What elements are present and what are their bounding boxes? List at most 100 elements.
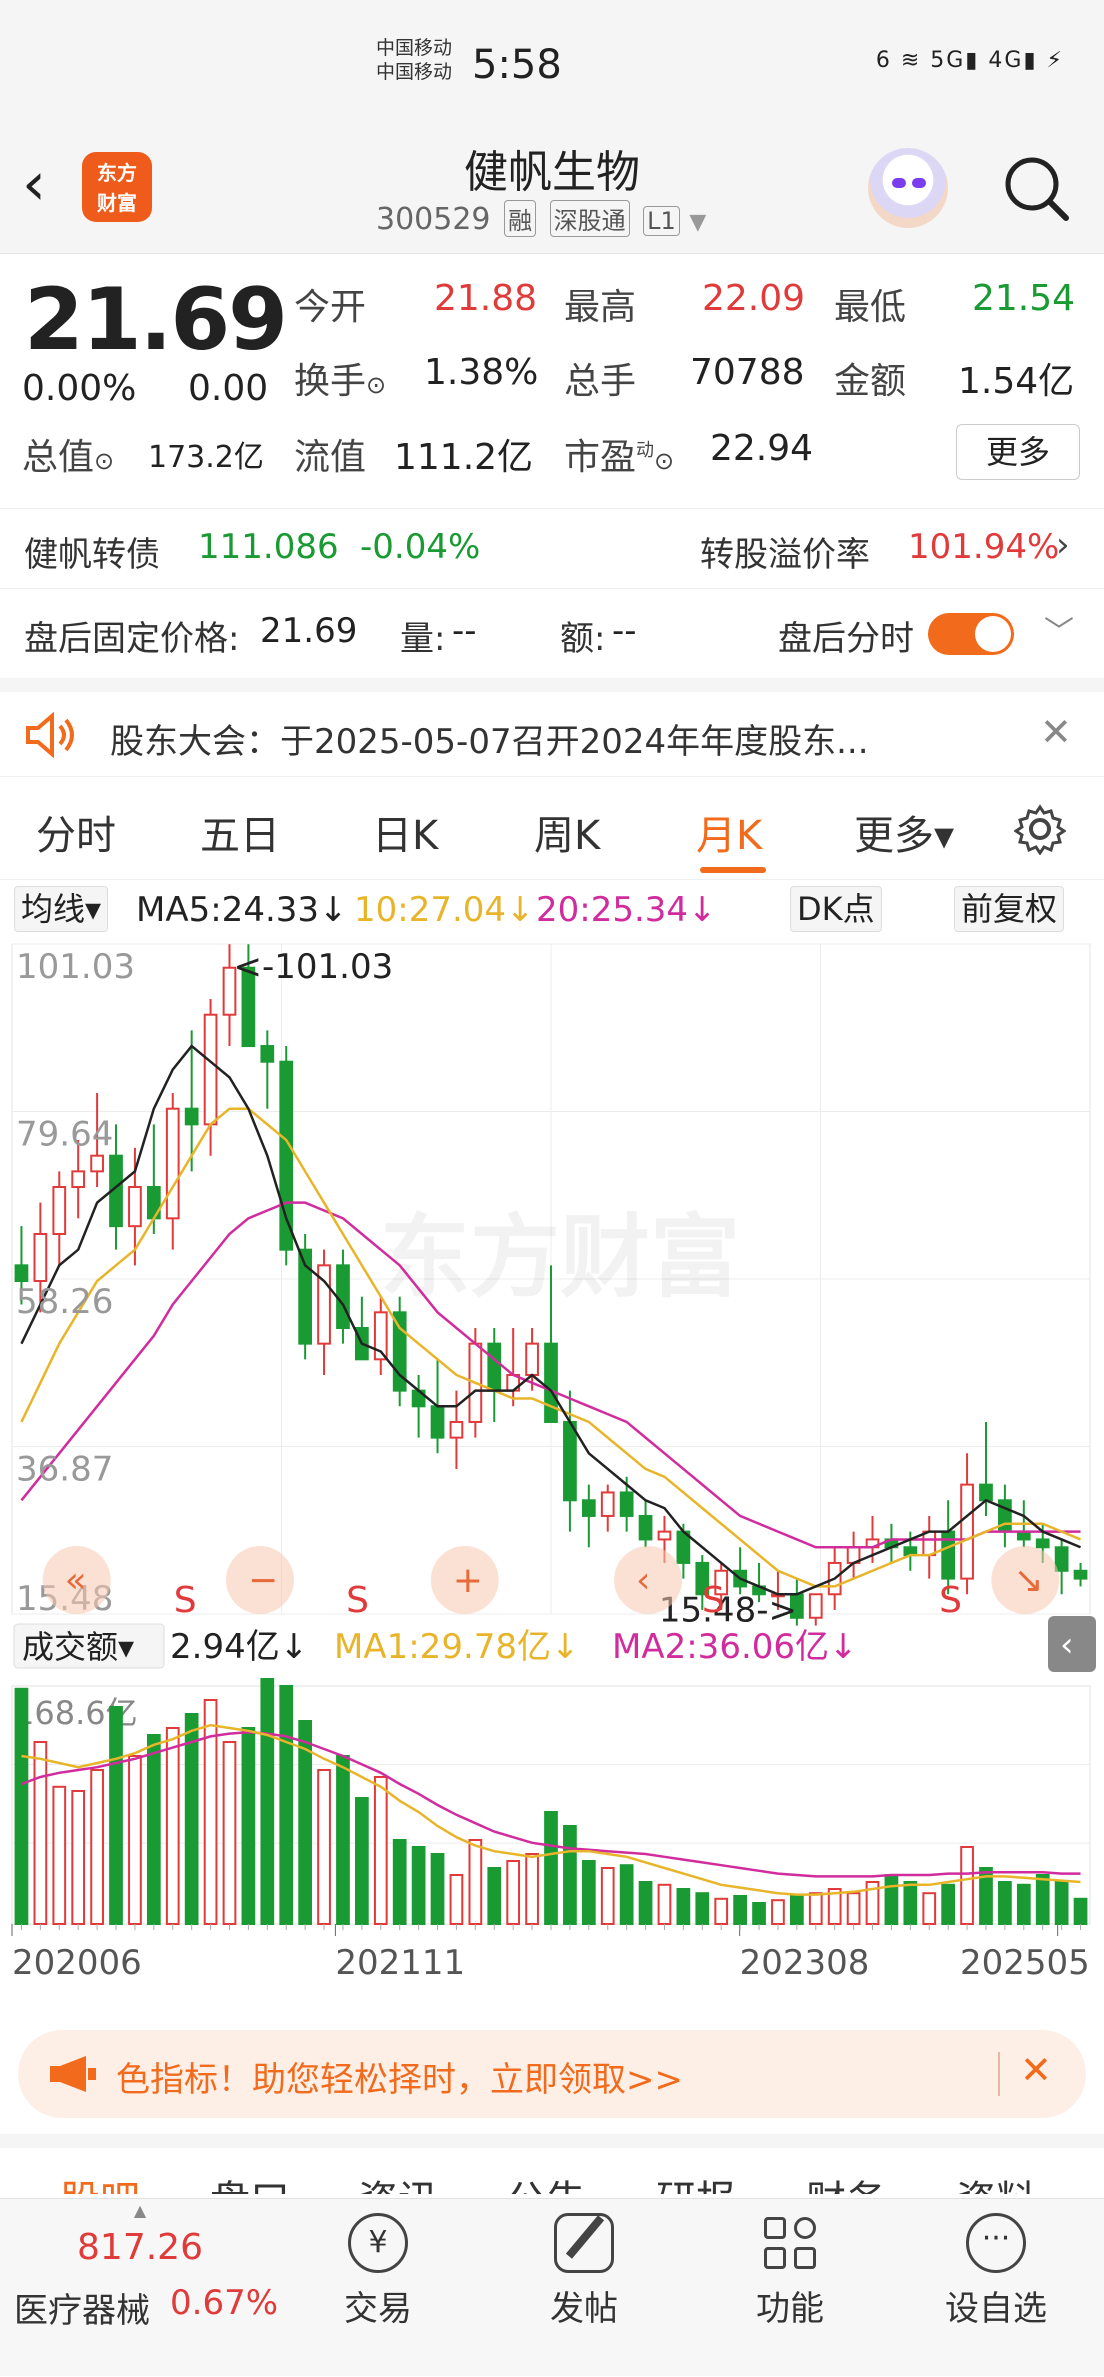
chart-nav-icon: ‹ [636,1560,650,1601]
volume-bar [203,1699,218,1925]
assistant-robot-icon[interactable] [868,148,948,228]
sector-index[interactable]: ▲ 817.26 医疗器械 0.67% [0,2199,280,2377]
candle-body [922,1530,937,1557]
watermark: 东方财富 [380,1205,740,1310]
volume-bar [714,1897,729,1925]
chevron-right-icon: › [1056,525,1070,565]
high-value: 22.09 [702,278,806,319]
quote-panel: 21.69 0.00% 0.00 今开 21.88 最高 22.09 最低 21… [0,256,1104,508]
candle-body [487,1342,502,1392]
kline-chart[interactable]: 东方财富 101.0379.6458.2636.8715.48 <-101.03… [0,938,1104,2010]
tab-more[interactable]: 更多▾ [854,803,954,861]
volume-bar [165,1727,180,1925]
more-button[interactable]: 更多 [956,424,1080,480]
candle-body [525,1342,539,1376]
tab-five-day[interactable]: 五日 [200,803,280,861]
float-label: 流值 [294,437,367,478]
edit-icon [554,2213,614,2273]
carrier-2: 中国移动 [376,61,453,83]
tab-profile[interactable]: 资料 [956,2168,1036,2194]
nav-post-label: 发帖 [550,2289,618,2329]
y-tick-label: 36.87 [16,1449,113,1489]
volume-bar [355,1797,369,1925]
volume-bar [922,1892,937,1926]
volume-bar [1054,1881,1069,1925]
pe-label[interactable]: 市盈动⊙ [564,428,674,480]
nav-post[interactable]: 发帖 [514,2213,654,2330]
pe-value: 22.94 [710,428,814,469]
volume-bar [241,1727,256,1925]
nav-add-watchlist[interactable]: ··· 设自选 [926,2213,1066,2330]
x-tick-label: 202006 [12,1943,142,1983]
nav-trade[interactable]: ¥ 交易 [308,2213,448,2330]
gear-icon[interactable] [1014,803,1066,855]
volume-bar [52,1785,67,1925]
volume-bar [506,1860,521,1925]
notice-bar[interactable]: 股东大会：于2025-05-07召开2024年年度股东... ✕ [0,678,1104,776]
tab-orderbook[interactable]: 盘口 [210,2168,290,2194]
candle-body [960,1483,974,1580]
promo-banner[interactable]: 色指标！助您轻松择时，立即领取>> ✕ [18,2030,1086,2118]
after-vol: -- [452,611,477,651]
after-price: 21.69 [260,611,358,651]
tab-intraday[interactable]: 分时 [36,803,116,861]
float-value: 111.2亿 [394,437,534,478]
tab-monthly-k[interactable]: 月K [696,803,762,861]
yen-circle-icon: ¥ [348,2213,408,2273]
adjust-price-button[interactable]: 前复权 [954,886,1065,932]
volume-bar [90,1769,104,1925]
volume-bar [1016,1883,1031,1925]
sell-signal-marker: S [702,1580,725,1621]
change-pct: 0.00% [22,368,137,409]
volume-bar [525,1853,539,1925]
candle-body [184,1107,199,1126]
turnover-label[interactable]: 换手⊙ [294,352,386,404]
volume-bar [222,1741,237,1925]
carrier-labels: 中国移动 中国移动 [376,36,452,84]
close-icon[interactable]: ✕ [1020,2048,1052,2092]
candle-body [563,1420,577,1502]
more-dots-icon: ··· [966,2213,1026,2273]
candle-body [430,1405,445,1439]
mktcap-label[interactable]: 总值⊙ [22,428,114,480]
close-icon[interactable]: ✕ [1040,710,1072,754]
volume-bar [411,1846,426,1925]
volume-indicator-select[interactable]: 成交额▾ [22,1628,134,1666]
speaker-icon [26,712,74,758]
tab-forum[interactable]: 股吧 [60,2168,140,2194]
tab-announcements[interactable]: 公告 [506,2168,586,2194]
tab-finance[interactable]: 财务 [806,2168,886,2194]
bond-change: -0.04% [360,527,481,567]
candle-body [1035,1538,1050,1549]
tab-news[interactable]: 资讯 [358,2168,438,2194]
volume-bar [960,1846,974,1925]
candle-body [260,1045,275,1063]
tab-weekly-k[interactable]: 周K [534,803,600,861]
sell-signal-marker: S [939,1580,962,1621]
nav-functions[interactable]: 功能 [720,2213,860,2330]
stock-code-row[interactable]: 300529 融 深股通 L1 ▼ [376,200,706,237]
volume-bar [71,1790,86,1925]
indicator-select[interactable]: 均线▾ [14,886,109,932]
carrier-1: 中国移动 [376,37,453,59]
bond-price: 111.086 [198,527,339,567]
tab-research[interactable]: 研报 [656,2168,736,2194]
high-label: 最高 [564,287,637,328]
candle-body [165,1107,180,1220]
chevron-down-icon: ▼ [689,210,707,235]
volume-bar [468,1839,483,1925]
after-hours-toggle[interactable] [928,613,1014,655]
candle-body [638,1514,653,1541]
convertible-bond-row[interactable]: 健帆转债 111.086 -0.04% 转股溢价率 101.94% › [0,508,1104,588]
mktcap-value: 173.2亿 [148,440,264,475]
search-icon[interactable] [1000,152,1072,224]
banner-text: 色指标！助您轻松择时，立即领取>> [116,2060,683,2100]
dk-point-button[interactable]: DK点 [790,886,882,932]
volume-bar [392,1839,407,1925]
last-price: 21.69 [24,270,288,370]
volume-bar [14,1687,29,1925]
stock-header: ‹ 东方 财富 健帆生物 300529 融 深股通 L1 ▼ [0,130,1104,254]
volume-bar [808,1892,823,1926]
chevron-down-icon[interactable]: ﹀ [1044,607,1074,651]
tab-daily-k[interactable]: 日K [372,803,438,861]
